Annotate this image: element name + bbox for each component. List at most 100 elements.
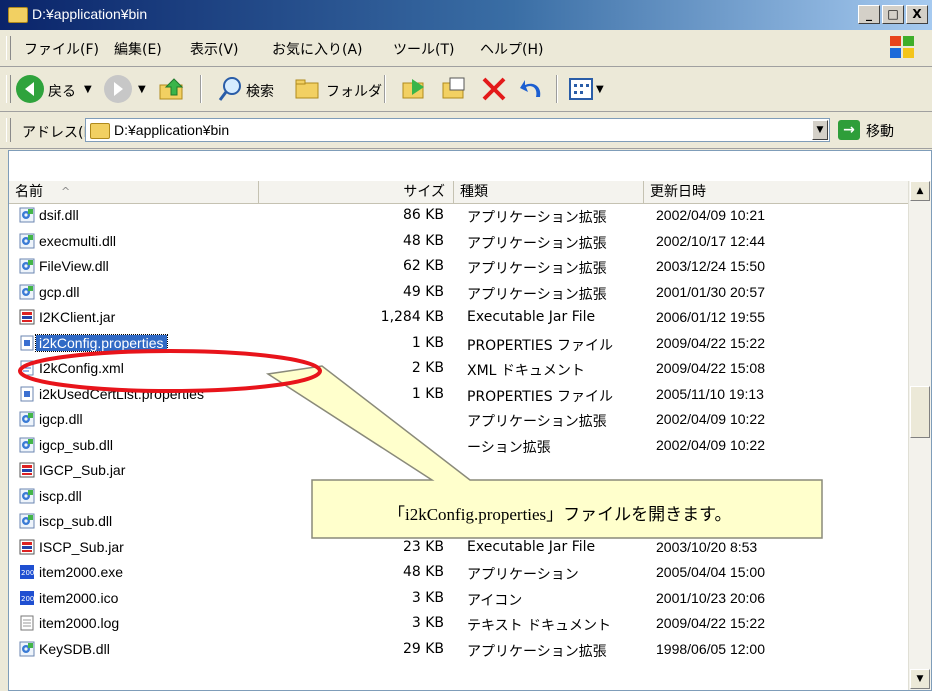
- menu-file[interactable]: ファイル(F): [24, 39, 99, 59]
- jar-icon: [19, 462, 35, 478]
- column-type[interactable]: 種類: [454, 181, 644, 203]
- file-name[interactable]: i2kConfig.properties: [35, 333, 168, 352]
- file-name[interactable]: execmulti.dll: [39, 233, 116, 249]
- file-name[interactable]: KeySDB.dll: [39, 641, 110, 657]
- folder-icon: [8, 7, 28, 23]
- file-modified: 2001/01/30 20:57: [656, 283, 765, 300]
- maximize-button[interactable]: □: [882, 5, 904, 24]
- file-row[interactable]: i2kConfig.properties 1 KB PROPERTIES ファイル 2…: [9, 332, 909, 355]
- file-row[interactable]: FileView.dll 62 KB アプリケーション拡張 2003/12/24 15…: [9, 255, 909, 278]
- file-row[interactable]: item2000.log 3 KB テキスト ドキュメント 2009/04/22 15…: [9, 612, 909, 635]
- close-button[interactable]: X: [906, 5, 928, 24]
- file-name[interactable]: dsif.dll: [39, 207, 79, 223]
- views-icon[interactable]: [568, 77, 594, 101]
- dll-icon: [19, 258, 35, 274]
- copy-to-icon[interactable]: [440, 75, 470, 103]
- minimize-button[interactable]: _: [858, 5, 880, 24]
- address-grip[interactable]: [6, 118, 11, 142]
- vertical-scrollbar[interactable]: ▲ ▼: [908, 181, 931, 690]
- move-to-icon[interactable]: [400, 75, 430, 103]
- callout-text: 「i2kConfig.properties」ファイルを開きます。: [388, 505, 732, 524]
- file-modified: 2005/11/10 19:13: [656, 385, 764, 402]
- column-name[interactable]: 名前 ^: [9, 181, 259, 203]
- back-button[interactable]: 戻る: [48, 81, 76, 101]
- file-type: テキスト ドキュメント: [467, 618, 612, 634]
- views-dropdown-icon[interactable]: ▼: [596, 84, 604, 95]
- file-list[interactable]: 名前 ^ サイズ 種類 更新日時 dsif.dll 86 KB アプリケーション拡張…: [8, 150, 932, 691]
- file-size: 1,284 KB: [380, 309, 444, 325]
- file-modified: 2009/04/22 15:08: [656, 360, 765, 376]
- file-row[interactable]: igcp_sub.dll ーション拡張 2002/04/09 10:22: [9, 434, 909, 457]
- file-row[interactable]: I2KClient.jar 1,284 KB Executable Jar File…: [9, 306, 909, 329]
- address-input[interactable]: D:¥application¥bin: [85, 118, 830, 142]
- folders-icon[interactable]: [294, 77, 322, 101]
- column-modified[interactable]: 更新日時: [644, 181, 909, 203]
- delete-icon[interactable]: [480, 75, 508, 103]
- file-type: アプリケーション拡張: [467, 235, 607, 252]
- file-row[interactable]: gcp.dll 49 KB アプリケーション拡張 2001/01/30 20:57: [9, 281, 909, 304]
- file-name[interactable]: ISCP_Sub.jar: [39, 539, 124, 555]
- file-size: 86 KB: [402, 207, 444, 223]
- menu-favorites[interactable]: お気に入り(A): [272, 39, 363, 59]
- file-row[interactable]: dsif.dll 86 KB アプリケーション拡張 2002/04/09 10:21: [9, 204, 909, 227]
- dll-icon: [19, 488, 35, 504]
- file-modified: 2006/01/12 19:55: [656, 309, 765, 325]
- jar-icon: [19, 539, 35, 555]
- file-type: Executable Jar File: [467, 538, 596, 555]
- up-folder-icon[interactable]: [158, 75, 188, 103]
- file-name[interactable]: iscp.dll: [39, 488, 82, 504]
- properties-icon: [19, 386, 35, 402]
- file-name[interactable]: gcp.dll: [39, 284, 79, 300]
- file-row[interactable]: IGCP_Sub.jar: [9, 459, 909, 482]
- file-row[interactable]: ISCP_Sub.jar 23 KB Executable Jar File 2003…: [9, 536, 909, 559]
- menu-view[interactable]: 表示(V): [190, 39, 239, 59]
- file-size: 1 KB: [411, 385, 444, 402]
- menu-edit[interactable]: 編集(E): [114, 39, 162, 59]
- address-dropdown-icon[interactable]: ▼: [812, 120, 828, 140]
- file-row[interactable]: 2000 item2000.ico 3 KB アイコン 2001/10/23 20:06: [9, 587, 909, 610]
- file-row[interactable]: I2kConfig.xml 2 KB XML ドキュメント 2009/04/22 15…: [9, 357, 909, 380]
- file-row[interactable]: 2000 item2000.exe 48 KB アプリケーション 2005/04/04 …: [9, 561, 909, 584]
- search-icon[interactable]: [218, 75, 244, 103]
- address-value[interactable]: D:¥application¥bin: [114, 122, 229, 138]
- scroll-up-icon[interactable]: ▲: [910, 181, 930, 201]
- file-row[interactable]: execmulti.dll 48 KB アプリケーション拡張 2002/10/17 1…: [9, 230, 909, 253]
- file-row[interactable]: KeySDB.dll 29 KB アプリケーション拡張 1998/06/05 12:0…: [9, 638, 909, 661]
- folders-button[interactable]: フォルダ: [326, 81, 382, 101]
- file-name[interactable]: I2KClient.jar: [39, 309, 115, 325]
- file-name[interactable]: igcp_sub.dll: [39, 437, 113, 453]
- forward-dropdown-icon[interactable]: ▼: [138, 84, 146, 95]
- file-size: 48 KB: [402, 232, 444, 249]
- file-name[interactable]: iscp_sub.dll: [39, 513, 112, 529]
- menu-grip[interactable]: [6, 36, 11, 60]
- file-name[interactable]: I2kConfig.xml: [39, 360, 124, 376]
- file-name[interactable]: item2000.exe: [39, 564, 123, 580]
- back-dropdown-icon[interactable]: ▼: [84, 84, 92, 95]
- back-arrow-icon[interactable]: [16, 75, 44, 103]
- scroll-down-icon[interactable]: ▼: [910, 669, 930, 689]
- file-type: Executable Jar File: [467, 309, 596, 325]
- file-name[interactable]: igcp.dll: [39, 411, 83, 427]
- file-name[interactable]: IGCP_Sub.jar: [39, 462, 125, 478]
- menu-bar: ファイル(F) 編集(E) 表示(V) お気に入り(A) ツール(T) ヘルプ(…: [0, 30, 932, 67]
- file-row[interactable]: i2kUsedCertList.properties 1 KB PROPERTIES…: [9, 383, 909, 406]
- forward-arrow-icon[interactable]: [104, 75, 132, 103]
- go-button[interactable]: → 移動: [838, 118, 928, 142]
- file-row[interactable]: igcp.dll アプリケーション拡張 2002/04/09 10:22: [9, 408, 909, 431]
- title-bar[interactable]: D:¥application¥bin _ □ X: [0, 0, 932, 30]
- file-name[interactable]: item2000.log: [39, 615, 119, 631]
- undo-icon[interactable]: [518, 75, 546, 103]
- dll-icon: [19, 641, 35, 657]
- file-name[interactable]: item2000.ico: [39, 590, 118, 606]
- file-type: PROPERTIES ファイル: [467, 337, 614, 354]
- toolbar-grip[interactable]: [6, 75, 11, 103]
- file-name[interactable]: FileView.dll: [39, 258, 109, 274]
- windows-logo-icon: [890, 36, 914, 58]
- file-name[interactable]: i2kUsedCertList.properties: [39, 386, 204, 402]
- menu-help[interactable]: ヘルプ(H): [480, 39, 543, 59]
- search-button[interactable]: 検索: [246, 81, 274, 101]
- dll-icon: [19, 233, 35, 249]
- column-size[interactable]: サイズ: [259, 181, 454, 203]
- scroll-thumb[interactable]: [910, 386, 930, 438]
- menu-tools[interactable]: ツール(T): [393, 39, 454, 59]
